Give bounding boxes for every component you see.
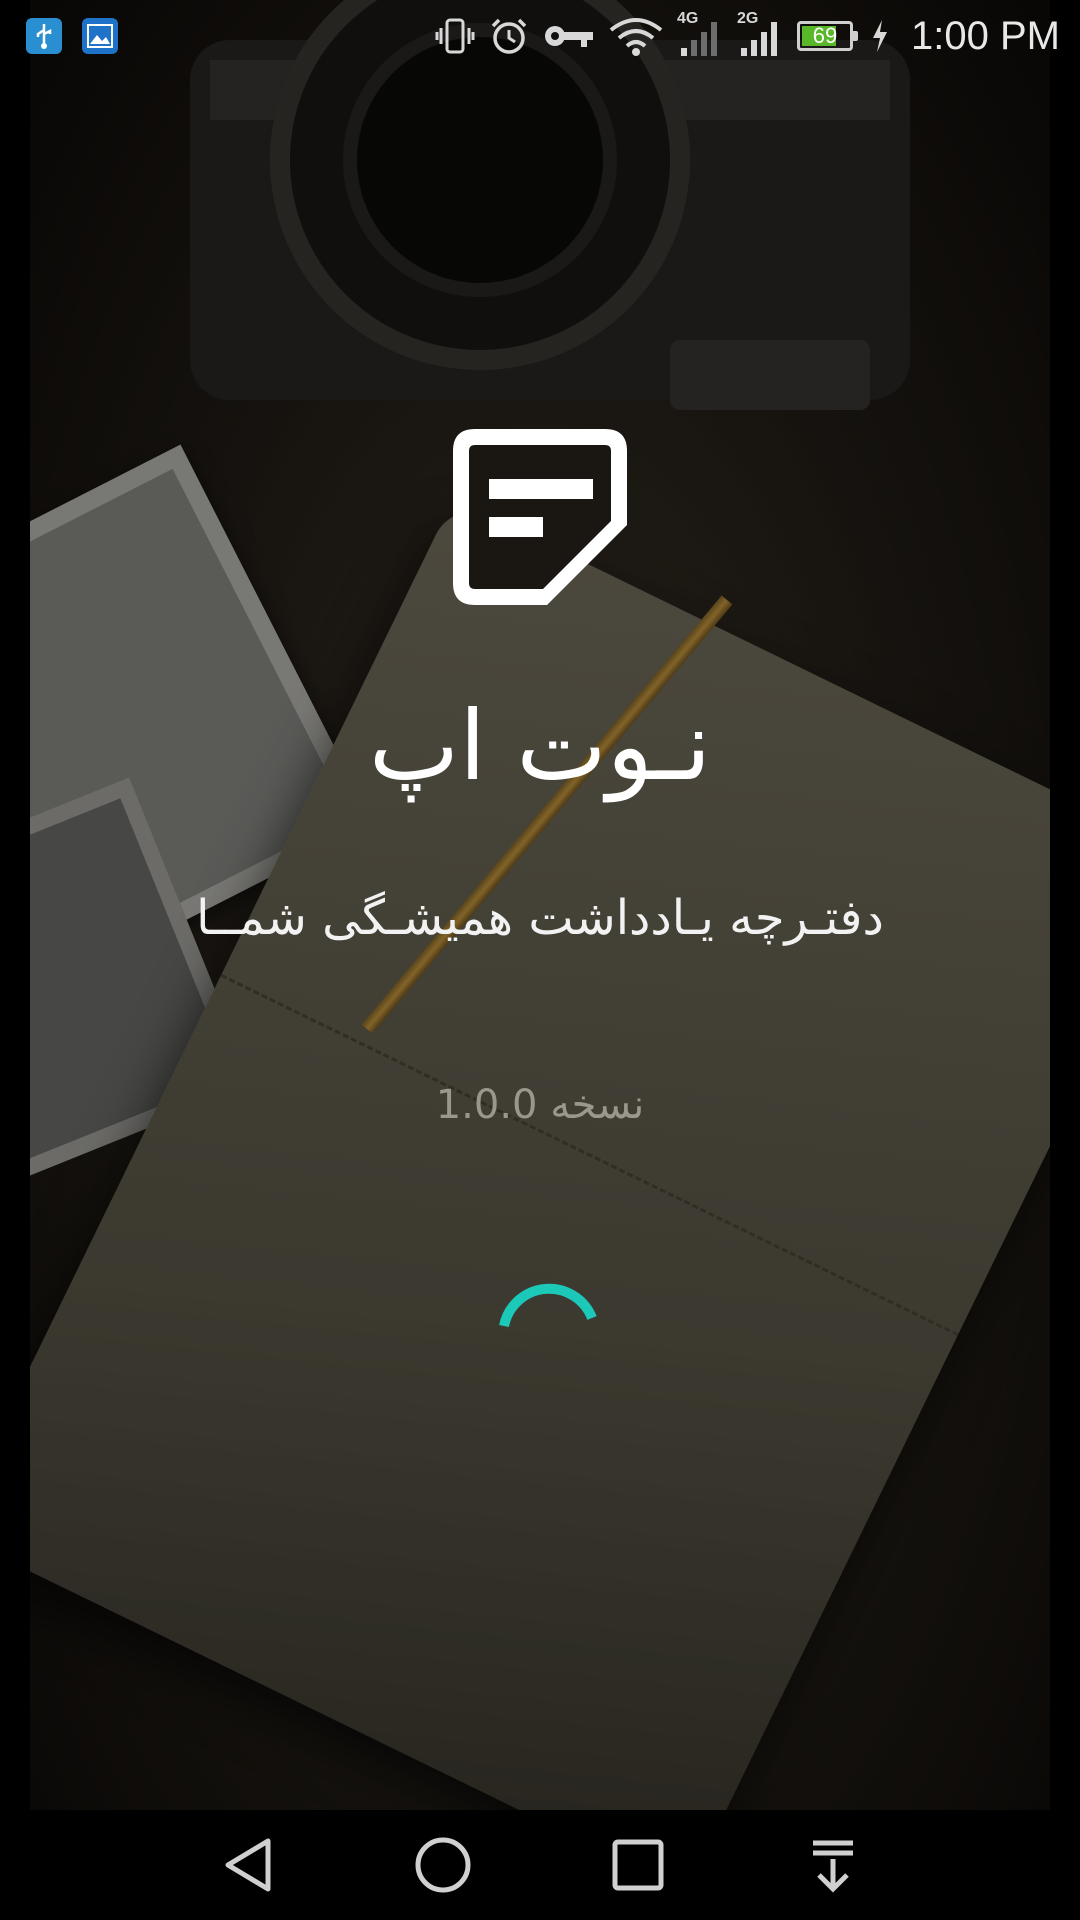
recents-button[interactable] (603, 1830, 673, 1900)
signal-2g-icon: 2G (737, 10, 783, 58)
app-version: نسخه 1.0.0 (435, 1082, 645, 1128)
notification-pull-icon (812, 1840, 853, 1893)
battery-icon: 69 (797, 21, 859, 51)
battery-level: 69 (812, 23, 838, 48)
gallery-icon (82, 18, 118, 54)
wifi-icon (609, 16, 663, 56)
alarm-icon (489, 16, 529, 56)
app-tagline: دفتـرچه یـادداشت همیشـگی شمــا (196, 890, 884, 946)
charging-icon (871, 19, 889, 53)
home-button[interactable] (408, 1830, 478, 1900)
status-bar: 4G 2G 69 1:00 PM (0, 0, 1080, 72)
vibrate-icon (435, 16, 475, 56)
usb-icon (26, 18, 62, 54)
back-button[interactable] (213, 1830, 283, 1900)
note-icon (453, 429, 627, 605)
recents-icon (612, 1839, 663, 1891)
back-icon (225, 1838, 270, 1892)
home-icon (415, 1837, 470, 1893)
signal-4g-icon: 4G (677, 10, 723, 58)
app-title: نـوت اپ (368, 690, 712, 802)
notification-pull-button[interactable] (798, 1830, 868, 1900)
navigation-bar (0, 1810, 1080, 1920)
loading-spinner-icon (499, 1283, 597, 1328)
status-time: 1:00 PM (911, 13, 1060, 58)
vpn-key-icon (543, 20, 595, 52)
